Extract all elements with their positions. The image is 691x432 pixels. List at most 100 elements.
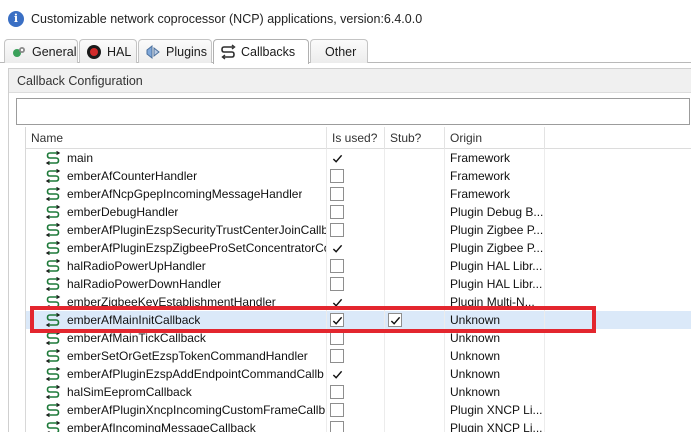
table-row[interactable]: emberAfIncomingMessageCallback Plugin XNC…	[26, 419, 691, 432]
is-used-checkbox[interactable]	[330, 367, 344, 381]
cell-origin: Plugin HAL Libr...	[445, 275, 545, 293]
table-row[interactable]: emberAfPluginEzspZigbeeProSetConcentrato…	[26, 239, 691, 257]
is-used-checkbox[interactable]	[330, 241, 344, 255]
cell-stub	[385, 257, 445, 275]
cell-is-used	[327, 311, 385, 329]
cell-name: emberAfPluginEzspSecurityTrustCenterJoin…	[26, 221, 327, 239]
cell-is-used	[327, 401, 385, 419]
tab-callbacks[interactable]: Callbacks	[213, 39, 309, 64]
column-header-is-used[interactable]: Is used?	[327, 127, 385, 149]
cell-is-used	[327, 275, 385, 293]
callback-name: emberZigbeeKeyEstablishmentHandler	[67, 295, 276, 309]
tab-general[interactable]: General	[4, 39, 78, 63]
tab-plugins-label: Plugins	[166, 44, 207, 59]
cell-is-used	[327, 185, 385, 203]
is-used-checkbox[interactable]	[330, 259, 344, 273]
table-row[interactable]: emberSetOrGetEzspTokenCommandHandler Unkn…	[26, 347, 691, 365]
callback-name: emberSetOrGetEzspTokenCommandHandler	[67, 349, 308, 363]
table-row[interactable]: halRadioPowerUpHandler Plugin HAL Libr...	[26, 257, 691, 275]
cell-name: emberSetOrGetEzspTokenCommandHandler	[26, 347, 327, 365]
cell-origin: Unknown	[445, 347, 545, 365]
table-row[interactable]: emberDebugHandler Plugin Debug B...	[26, 203, 691, 221]
cell-stub	[385, 239, 445, 257]
cell-origin: Plugin Debug B...	[445, 203, 545, 221]
cell-stub	[385, 293, 445, 311]
cell-name: emberZigbeeKeyEstablishmentHandler	[26, 293, 327, 311]
column-header-origin[interactable]: Origin	[445, 127, 545, 149]
is-used-checkbox[interactable]	[330, 223, 344, 237]
cell-origin: Framework	[445, 167, 545, 185]
cell-stub	[385, 347, 445, 365]
cell-name: halRadioPowerDownHandler	[26, 275, 327, 293]
column-header-name[interactable]: Name	[26, 127, 327, 149]
is-used-checkbox[interactable]	[330, 331, 344, 345]
table-row[interactable]: emberZigbeeKeyEstablishmentHandler Plugin…	[26, 293, 691, 311]
callback-icon	[45, 151, 67, 165]
table-row[interactable]: emberAfCounterHandler Framework	[26, 167, 691, 185]
is-used-checkbox[interactable]	[330, 295, 344, 309]
tab-plugins[interactable]: Plugins	[138, 39, 212, 63]
column-header-stub[interactable]: Stub?	[385, 127, 445, 149]
plugins-icon	[145, 44, 161, 60]
table-row[interactable]: emberAfPluginEzspSecurityTrustCenterJoin…	[26, 221, 691, 239]
table-row[interactable]: emberAfPluginXncpIncomingCustomFrameCall…	[26, 401, 691, 419]
is-used-checkbox[interactable]	[330, 403, 344, 417]
is-used-checkbox[interactable]	[330, 421, 344, 432]
callback-name: emberAfMainTickCallback	[67, 331, 206, 345]
table-row[interactable]: emberAfNcpGpepIncomingMessageHandler Fram…	[26, 185, 691, 203]
stub-checkbox[interactable]	[388, 313, 402, 327]
cell-name: halRadioPowerUpHandler	[26, 257, 327, 275]
callback-icon	[45, 205, 67, 219]
is-used-checkbox[interactable]	[330, 277, 344, 291]
cell-origin: Unknown	[445, 383, 545, 401]
cell-name: emberAfPluginEzspAddEndpointCommandCallb	[26, 365, 327, 383]
table-row[interactable]: emberAfMainTickCallback Unknown	[26, 329, 691, 347]
cell-is-used	[327, 329, 385, 347]
callback-icon	[45, 241, 67, 255]
cell-origin: Plugin Multi-N...	[445, 293, 545, 311]
cell-name: emberAfPluginEzspZigbeeProSetConcentrato…	[26, 239, 327, 257]
is-used-checkbox[interactable]	[330, 349, 344, 363]
tab-other-label: Other	[325, 44, 357, 59]
is-used-checkbox[interactable]	[330, 205, 344, 219]
table-row[interactable]: main Framework	[26, 149, 691, 167]
cell-name: emberDebugHandler	[26, 203, 327, 221]
cell-is-used	[327, 167, 385, 185]
cell-origin: Plugin Zigbee P...	[445, 239, 545, 257]
callback-icon	[45, 187, 67, 201]
cell-stub	[385, 401, 445, 419]
cell-name: emberAfIncomingMessageCallback	[26, 419, 327, 432]
is-used-checkbox[interactable]	[330, 169, 344, 183]
callback-icon	[45, 403, 67, 417]
table-row[interactable]: emberAfPluginEzspAddEndpointCommandCallb…	[26, 365, 691, 383]
table-row[interactable]: halSimEepromCallback Unknown	[26, 383, 691, 401]
window-title: Customizable network coprocessor (NCP) a…	[31, 11, 423, 26]
is-used-checkbox[interactable]	[330, 187, 344, 201]
cell-stub	[385, 167, 445, 185]
general-icon	[11, 44, 27, 60]
tab-bar: General HAL Plugins Callbacks Other	[0, 37, 691, 64]
tab-other[interactable]: Other	[310, 39, 368, 63]
cell-is-used	[327, 419, 385, 432]
table-row[interactable]: emberAfMainInitCallback Unknown	[26, 311, 691, 329]
cell-origin: Unknown	[445, 365, 545, 383]
callback-name: emberAfPluginEzspAddEndpointCommandCallb	[67, 367, 324, 381]
callback-name: emberAfPluginEzspSecurityTrustCenterJoin…	[67, 223, 326, 237]
callback-name: emberAfIncomingMessageCallback	[67, 421, 256, 432]
cell-is-used	[327, 203, 385, 221]
is-used-checkbox[interactable]	[330, 313, 344, 327]
tab-hal[interactable]: HAL	[79, 39, 137, 63]
cell-name: emberAfPluginXncpIncomingCustomFrameCall…	[26, 401, 327, 419]
filter-input[interactable]	[16, 98, 690, 125]
cell-stub	[385, 149, 445, 167]
table-row[interactable]: halRadioPowerDownHandler Plugin HAL Libr.…	[26, 275, 691, 293]
cell-stub	[385, 365, 445, 383]
window-title-bar: i Customizable network coprocessor (NCP)…	[0, 0, 691, 37]
callback-name: emberAfPluginEzspZigbeeProSetConcentrato…	[67, 241, 326, 255]
callback-icon	[45, 313, 67, 327]
cell-stub	[385, 329, 445, 347]
is-used-checkbox[interactable]	[330, 151, 344, 165]
cell-stub	[385, 275, 445, 293]
callbacks-icon	[220, 44, 236, 60]
is-used-checkbox[interactable]	[330, 385, 344, 399]
